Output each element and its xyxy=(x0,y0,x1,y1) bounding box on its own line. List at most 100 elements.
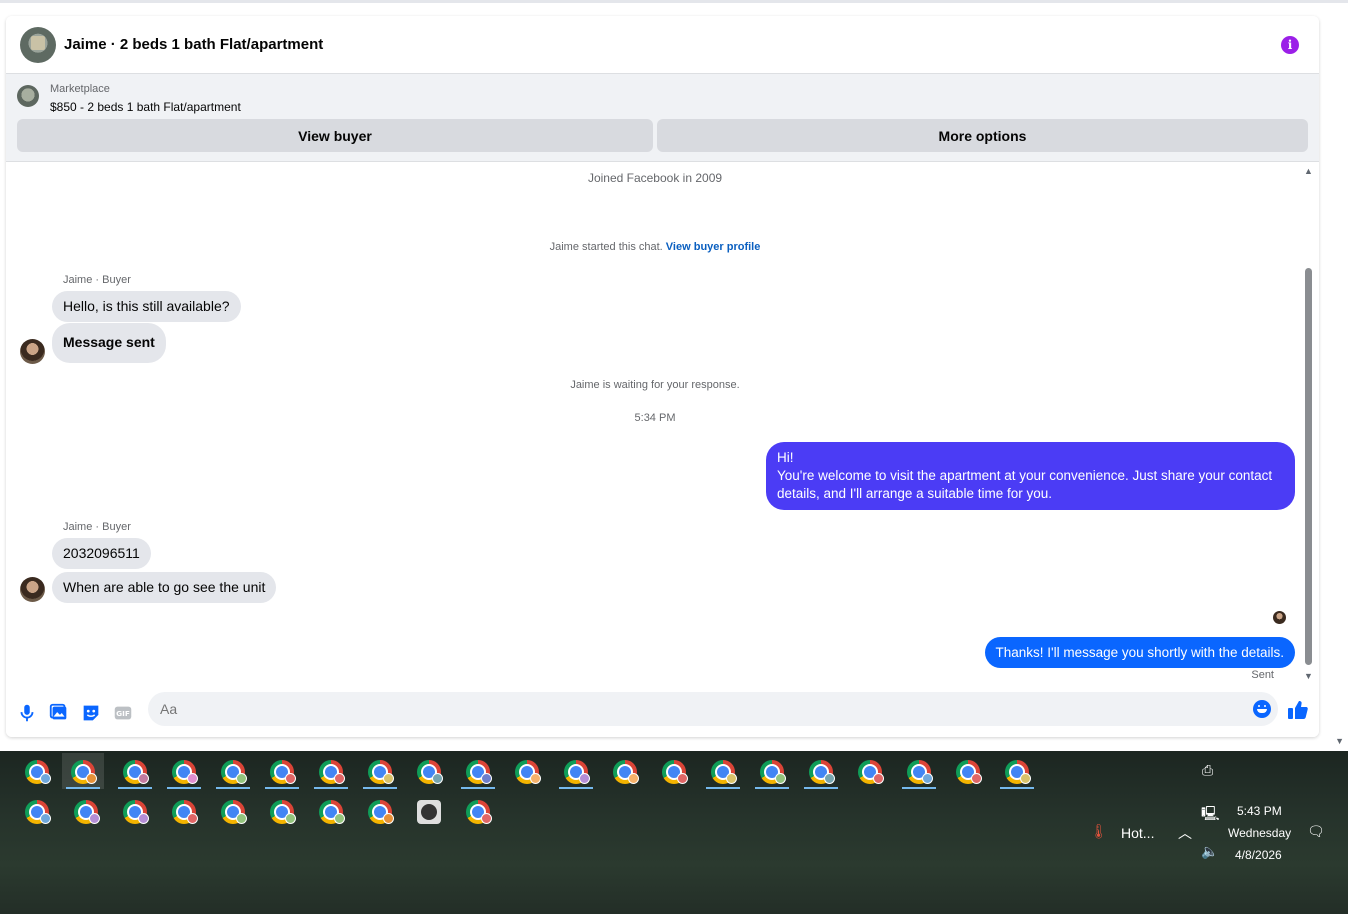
chrome-taskbar-icon[interactable] xyxy=(62,753,104,789)
chat-started-text: Jaime started this chat. xyxy=(549,241,663,253)
profile-badge-icon xyxy=(334,813,345,824)
thumbs-up-icon[interactable] xyxy=(1286,698,1310,722)
message-list: Joined Facebook in 2009 Jaime started th… xyxy=(6,162,1319,692)
sticker-icon[interactable] xyxy=(80,702,102,724)
view-buyer-profile-link[interactable]: View buyer profile xyxy=(666,241,761,253)
timestamp: 5:34 PM xyxy=(634,412,676,424)
more-options-button[interactable]: More options xyxy=(657,119,1308,152)
running-indicator xyxy=(755,787,789,789)
chat-window: Jaime · 2 beds 1 bath Flat/apartment i M… xyxy=(6,16,1319,737)
chrome-taskbar-icon[interactable] xyxy=(261,753,303,789)
incoming-message[interactable]: Hello, is this still available? xyxy=(52,291,241,322)
profile-badge-icon xyxy=(86,773,97,784)
running-indicator xyxy=(66,787,100,789)
outgoing-message[interactable]: Hi! You're welcome to visit the apartmen… xyxy=(766,442,1295,510)
outgoing-message[interactable]: Thanks! I'll message you shortly with th… xyxy=(984,637,1295,668)
message-scrollbar[interactable]: ▲ ▼ xyxy=(1303,166,1315,681)
chrome-taskbar-icon[interactable] xyxy=(310,793,352,829)
marketplace-listing-bar: Marketplace $850 - 2 beds 1 bath Flat/ap… xyxy=(6,74,1319,162)
chrome-taskbar-icon[interactable] xyxy=(604,753,646,789)
chrome-taskbar-icon[interactable] xyxy=(359,753,401,789)
chrome-taskbar-icon[interactable] xyxy=(16,753,58,789)
chrome-taskbar-icon[interactable] xyxy=(310,753,352,789)
outgoing-message-line: You're welcome to visit the apartment at… xyxy=(777,468,1273,501)
chrome-taskbar-icon[interactable] xyxy=(947,753,989,789)
profile-badge-icon xyxy=(677,773,688,784)
chat-title[interactable]: Jaime · 2 beds 1 bath Flat/apartment xyxy=(64,36,323,53)
profile-badge-icon xyxy=(236,773,247,784)
scrollbar-thumb[interactable] xyxy=(1305,268,1312,665)
listing-thumbnail[interactable] xyxy=(17,85,39,107)
chrome-taskbar-icon[interactable] xyxy=(163,753,205,789)
page-scroll-down-icon[interactable]: ▼ xyxy=(1335,736,1344,746)
chrome-taskbar-icon[interactable] xyxy=(163,793,205,829)
chrome-taskbar-icon[interactable] xyxy=(996,753,1038,789)
scroll-down-arrow-icon[interactable]: ▼ xyxy=(1304,671,1313,681)
profile-badge-icon xyxy=(579,773,590,784)
chrome-taskbar-icon[interactable] xyxy=(751,753,793,789)
chrome-taskbar-icon[interactable] xyxy=(359,793,401,829)
photo-icon[interactable] xyxy=(48,702,70,724)
chevron-up-icon[interactable]: ︿ xyxy=(1178,823,1192,843)
windows-taskbar: ⎙ 🌡 Hot... ︿ 🖳 🔈 5:43 PM Wednesday 4/8/2… xyxy=(0,751,1348,914)
incoming-message[interactable]: 2032096511 xyxy=(52,538,151,569)
chrome-taskbar-icon[interactable] xyxy=(114,793,156,829)
clock-time[interactable]: 5:43 PM xyxy=(1237,804,1282,818)
chrome-taskbar-icon[interactable] xyxy=(457,793,499,829)
chrome-taskbar-icon[interactable] xyxy=(653,753,695,789)
chrome-taskbar-icon[interactable] xyxy=(849,753,891,789)
profile-badge-icon xyxy=(1020,773,1031,784)
chrome-taskbar-icon[interactable] xyxy=(408,753,450,789)
chrome-taskbar-icon[interactable] xyxy=(457,753,499,789)
chrome-taskbar-icon[interactable] xyxy=(898,753,940,789)
chrome-taskbar-icon[interactable] xyxy=(16,793,58,829)
message-input[interactable] xyxy=(148,692,1278,726)
thermometer-icon[interactable]: 🌡 xyxy=(1090,823,1108,840)
chrome-taskbar-icon[interactable] xyxy=(702,753,744,789)
profile-badge-icon xyxy=(383,813,394,824)
running-indicator xyxy=(559,787,593,789)
clock-app-taskbar-icon[interactable] xyxy=(408,793,450,829)
buyer-avatar[interactable] xyxy=(20,339,45,364)
speaker-icon[interactable]: 🔈 xyxy=(1201,843,1218,860)
chrome-taskbar-icon[interactable] xyxy=(212,793,254,829)
profile-badge-icon xyxy=(138,813,149,824)
network-icon[interactable]: 🖳 xyxy=(1201,803,1220,827)
joined-note: Joined Facebook in 2009 xyxy=(587,171,723,185)
profile-badge-icon xyxy=(285,813,296,824)
chat-header: Jaime · 2 beds 1 bath Flat/apartment i xyxy=(6,16,1319,74)
clock-day[interactable]: Wednesday xyxy=(1228,826,1291,840)
running-indicator xyxy=(902,787,936,789)
chrome-taskbar-icon[interactable] xyxy=(800,753,842,789)
chrome-taskbar-icon[interactable] xyxy=(506,753,548,789)
chrome-taskbar-icon[interactable] xyxy=(555,753,597,789)
profile-badge-icon xyxy=(334,773,345,784)
sender-label: Jaime · Buyer xyxy=(63,274,131,286)
profile-badge-icon xyxy=(89,813,100,824)
scroll-up-arrow-icon[interactable]: ▲ xyxy=(1304,166,1313,176)
incoming-message[interactable]: Message sent xyxy=(52,323,166,363)
microphone-icon[interactable] xyxy=(16,702,38,724)
meet-now-icon[interactable]: ⎙ xyxy=(1202,762,1213,779)
clock-icon xyxy=(417,800,441,824)
chrome-taskbar-icon[interactable] xyxy=(212,753,254,789)
info-icon[interactable]: i xyxy=(1281,36,1299,54)
message-composer: GIF xyxy=(6,692,1319,737)
running-indicator xyxy=(804,787,838,789)
buyer-avatar[interactable] xyxy=(20,577,45,602)
chrome-taskbar-icon[interactable] xyxy=(65,793,107,829)
chrome-taskbar-icon[interactable] xyxy=(114,753,156,789)
notification-center-icon[interactable]: 🗨 xyxy=(1307,823,1325,840)
chrome-taskbar-icon[interactable] xyxy=(261,793,303,829)
view-buyer-button[interactable]: View buyer xyxy=(17,119,653,152)
listing-avatar[interactable] xyxy=(20,27,56,63)
profile-badge-icon xyxy=(481,773,492,784)
gif-icon[interactable]: GIF xyxy=(112,702,134,724)
weather-text[interactable]: Hot... xyxy=(1121,825,1154,841)
clock-date[interactable]: 4/8/2026 xyxy=(1235,848,1282,862)
listing-price[interactable]: $850 - 2 beds 1 bath Flat/apartment xyxy=(50,100,241,114)
incoming-message[interactable]: When are able to go see the unit xyxy=(52,572,277,603)
running-indicator xyxy=(461,787,495,789)
emoji-icon[interactable] xyxy=(1253,700,1271,718)
profile-badge-icon xyxy=(481,813,492,824)
